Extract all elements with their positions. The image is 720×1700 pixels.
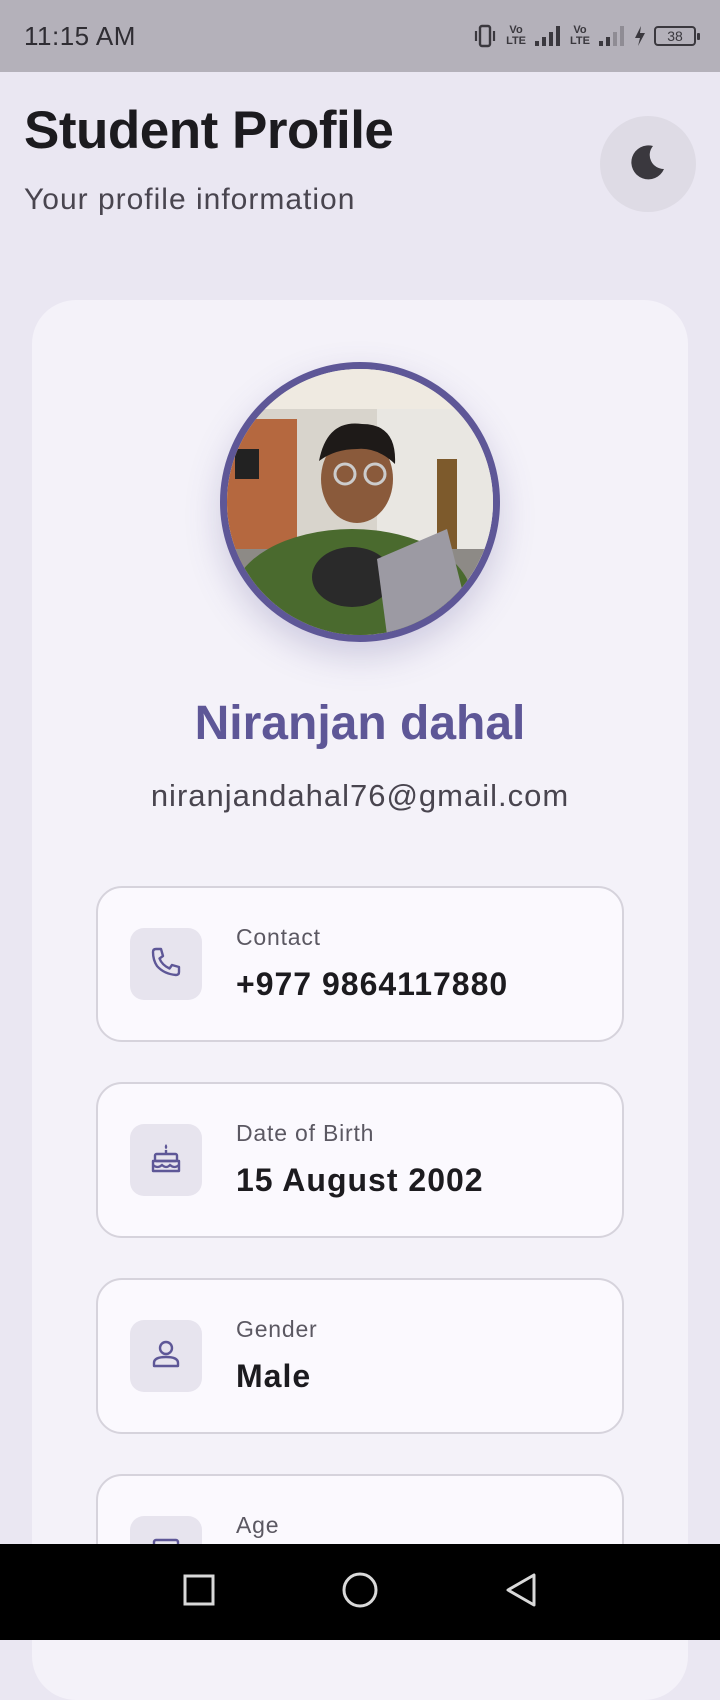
info-value: Male [236,1358,312,1394]
theme-toggle-button[interactable] [600,116,696,212]
status-icons: Vo LTE Vo LTE 38 [472,23,700,49]
avatar-photo [227,369,493,635]
profile-email: niranjandahal76@gmail.com [150,778,570,813]
avatar [220,362,500,642]
info-label: Contact [236,924,321,950]
charging-icon [634,25,646,47]
info-value: 15 August 2002 [236,1162,484,1198]
profile-name: Niranjan dahal [194,697,526,750]
page-header: Student Profile Your profile information [24,100,696,217]
phone-icon [149,945,183,984]
info-item-date-of-birth[interactable]: Date of Birth 15 August 2002 [96,1082,624,1238]
status-bar: 11:15 AM Vo LTE Vo LTE 38 [0,0,720,72]
signal-icon [598,25,626,47]
sim2-volte-label: Vo LTE [570,24,590,47]
person-icon [149,1337,183,1376]
signal-icon [534,25,562,47]
status-time: 11:15 AM [24,20,136,51]
page-subtitle: Your profile information [24,183,356,216]
page-title: Student Profile [24,101,394,160]
moon-icon [628,142,668,187]
recent-apps-icon[interactable] [182,1573,216,1612]
battery-icon: 38 [654,26,700,46]
sim1-volte-label: Vo LTE [506,24,527,47]
system-nav-bar [0,1544,720,1640]
info-label: Gender [236,1316,318,1342]
home-icon[interactable] [341,1571,379,1614]
profile-card: Niranjan dahal niranjandahal76@gmail.com… [32,300,688,1700]
info-item-contact[interactable]: Contact +977 9864117880 [96,886,624,1042]
info-label: Age [236,1512,280,1538]
info-item-gender[interactable]: Gender Male [96,1278,624,1434]
info-label: Date of Birth [236,1120,375,1146]
info-value: +977 9864117880 [236,966,509,1002]
back-icon[interactable] [504,1572,538,1613]
vibrate-icon [472,23,498,49]
cake-icon [149,1141,183,1180]
